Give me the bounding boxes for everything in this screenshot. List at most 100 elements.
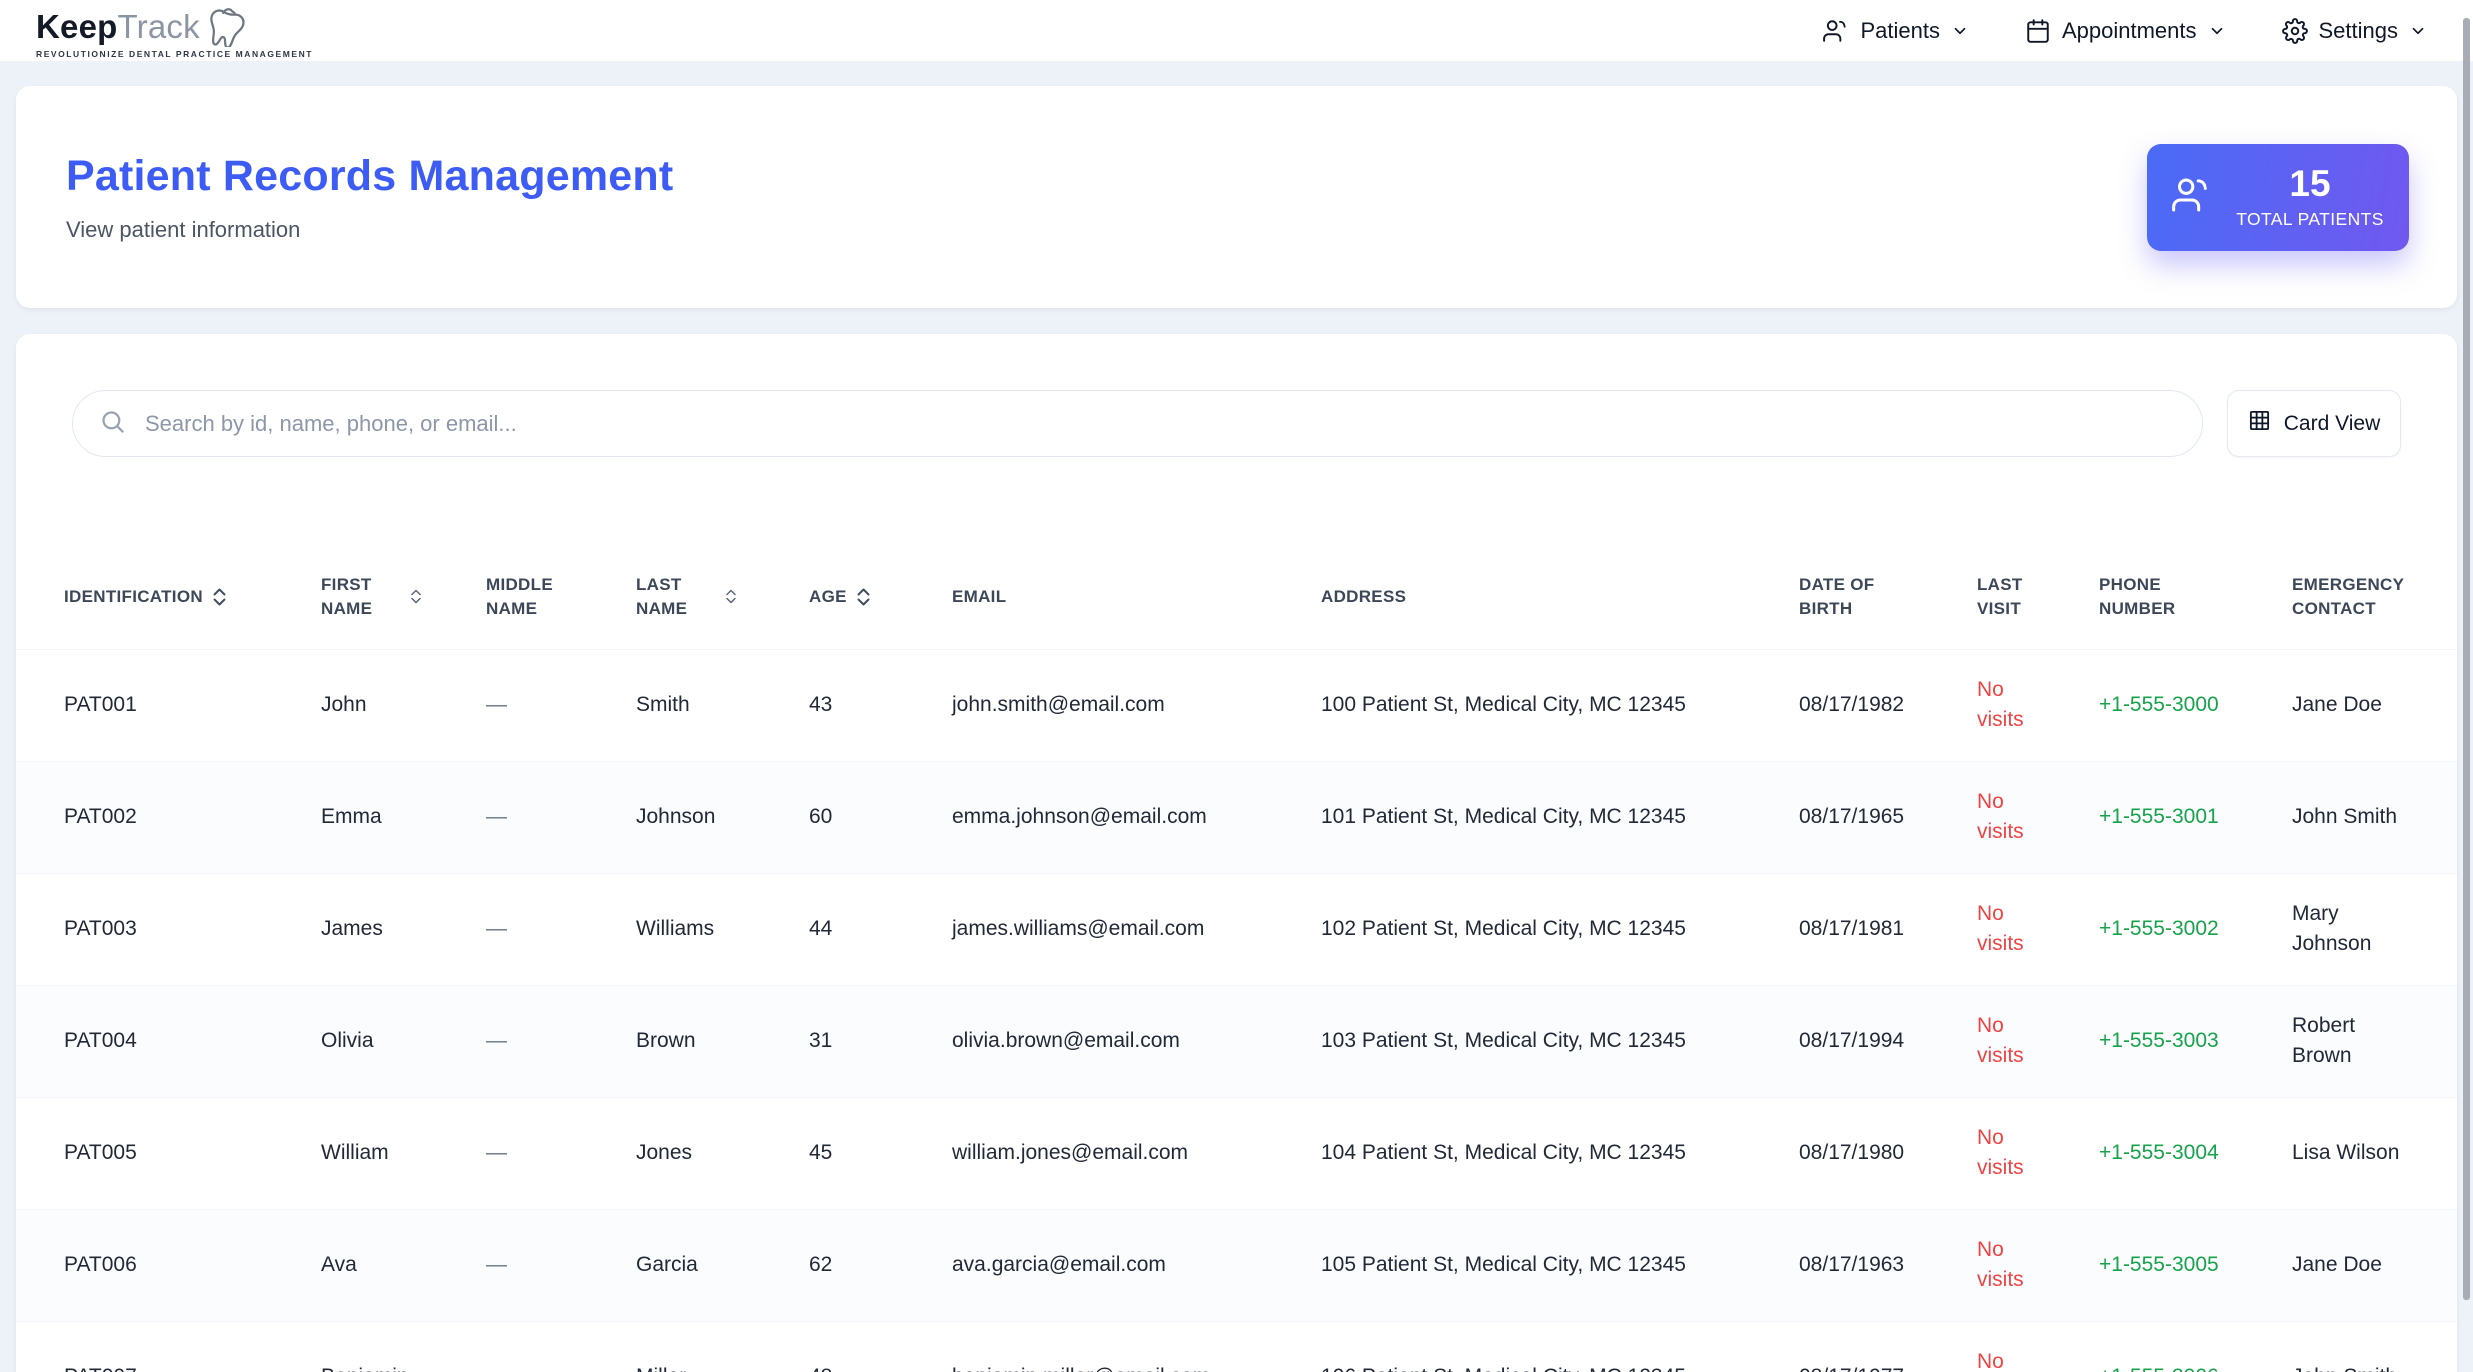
- table-row: PAT002 Emma — Johnson 60 emma.johnson@em…: [16, 760, 2457, 873]
- column-header-last-name[interactable]: Last Name: [588, 545, 761, 650]
- phone-link[interactable]: +1-555-3000: [2099, 693, 2219, 716]
- calendar-icon: [2025, 18, 2051, 44]
- table-row: PAT005 William — Jones 45 william.jones@…: [16, 1096, 2457, 1209]
- card-view-label: Card View: [2283, 411, 2381, 435]
- column-header-address: Address: [1273, 545, 1751, 650]
- cell-address: 101 Patient St, Medical City, MC 12345: [1273, 760, 1751, 873]
- cell-first-name: John: [321, 693, 367, 717]
- cell-first-name: Olivia: [273, 984, 438, 1097]
- cell-address: 102 Patient St, Medical City, MC 12345: [1273, 872, 1751, 985]
- cell-date-of-birth: 08/17/1994: [1751, 984, 1929, 1097]
- nav-appointments[interactable]: Appointments: [2025, 18, 2226, 44]
- gear-icon: [2281, 17, 2308, 44]
- search-box[interactable]: [72, 390, 2203, 457]
- brand-logo[interactable]: Keep Track REVOLUTIONIZE DENTAL PRACTICE …: [36, 3, 313, 59]
- no-visits-badge: No visits: [1977, 1238, 2024, 1291]
- cell-identification: PAT006: [16, 1208, 273, 1321]
- brand-name-secondary: Track: [117, 8, 200, 45]
- cell-phone-number: +1-555-3005: [2051, 1208, 2244, 1321]
- cell-first-name: Ava: [273, 1208, 438, 1321]
- cell-identification: PAT007: [16, 1320, 273, 1372]
- scrollbar-thumb[interactable]: [2463, 18, 2470, 1300]
- table-row: PAT003 James — Williams 44 james.william…: [16, 872, 2457, 985]
- cell-first-name: Emma: [273, 760, 438, 873]
- cell-age: 31: [761, 984, 904, 1097]
- sort-icon: [410, 588, 422, 605]
- table-row: PAT001 John — Smith 43 john.smith@email.…: [16, 649, 2457, 761]
- search-input[interactable]: [143, 409, 2202, 438]
- cell-middle-name: —: [438, 1096, 588, 1209]
- page-scrollbar: [2460, 0, 2473, 1372]
- phone-link[interactable]: +1-555-3005: [2099, 1253, 2219, 1276]
- cell-phone-number: +1-555-3001: [2051, 760, 2244, 873]
- cell-middle-name: —: [486, 693, 507, 717]
- table-row: PAT004 Olivia — Brown 31 olivia.brown@em…: [16, 984, 2457, 1097]
- sort-icon: [725, 588, 737, 605]
- cell-last-name: Jones: [588, 1096, 761, 1209]
- cell-address: 103 Patient St, Medical City, MC 12345: [1273, 984, 1751, 1097]
- column-header-age[interactable]: Age: [761, 545, 904, 650]
- cell-address: 105 Patient St, Medical City, MC 12345: [1273, 1208, 1751, 1321]
- cell-middle-name: —: [438, 760, 588, 873]
- cell-emergency-contact: John Smith: [2244, 1320, 2457, 1372]
- cell-address: 104 Patient St, Medical City, MC 12345: [1273, 1096, 1751, 1209]
- grid-icon: [2248, 409, 2271, 438]
- page-subtitle: View patient information: [66, 216, 301, 242]
- column-header-first-name[interactable]: First Name: [273, 545, 438, 650]
- patients-table: Identification First Name Middle Name La…: [16, 545, 2457, 1372]
- cell-identification: PAT003: [16, 872, 273, 985]
- cell-date-of-birth: 08/17/1982: [1799, 693, 1905, 717]
- patients-table-card: Card View Identification First Name Midd…: [16, 334, 2457, 1372]
- no-visits-badge: No visits: [1977, 902, 2024, 955]
- cell-email: james.williams@email.com: [904, 872, 1273, 985]
- sort-icon: [212, 587, 227, 607]
- top-navbar: Keep Track REVOLUTIONIZE DENTAL PRACTICE …: [0, 0, 2473, 62]
- total-patients-value: 15: [2289, 162, 2331, 204]
- phone-link[interactable]: +1-555-3002: [2099, 917, 2219, 940]
- cell-middle-name: —: [438, 1320, 588, 1372]
- chevron-down-icon: [2409, 22, 2427, 40]
- no-visits-badge: No visits: [1977, 1014, 2024, 1067]
- nav-patients[interactable]: Patients: [1823, 18, 1969, 44]
- column-header-date-of-birth: Date of Birth: [1751, 545, 1929, 650]
- cell-email: olivia.brown@email.com: [904, 984, 1273, 1097]
- chevron-down-icon: [1951, 22, 1969, 40]
- sort-icon: [856, 587, 871, 607]
- phone-link[interactable]: +1-555-3001: [2099, 805, 2219, 828]
- phone-link[interactable]: +1-555-3006: [2099, 1365, 2219, 1372]
- cell-last-name: Smith: [636, 693, 690, 717]
- cell-last-name: Williams: [588, 872, 761, 985]
- chevron-down-icon: [2208, 22, 2226, 40]
- no-visits-badge: No visits: [1977, 790, 2024, 843]
- cell-age: 45: [761, 1096, 904, 1209]
- cell-emergency-contact: Lisa Wilson: [2244, 1096, 2457, 1209]
- cell-last-name: Brown: [588, 984, 761, 1097]
- cell-date-of-birth: 08/17/1977: [1751, 1320, 1929, 1372]
- card-view-button[interactable]: Card View: [2227, 390, 2401, 457]
- column-header-identification[interactable]: Identification: [16, 545, 273, 650]
- cell-first-name: James: [273, 872, 438, 985]
- phone-link[interactable]: +1-555-3003: [2099, 1029, 2219, 1052]
- cell-last-visit: No visits: [1929, 1096, 2051, 1209]
- no-visits-badge: No visits: [1977, 1350, 2004, 1372]
- users-icon: [1823, 18, 1849, 44]
- no-visits-badge: No visits: [1977, 1126, 2024, 1179]
- nav-settings[interactable]: Settings: [2281, 17, 2428, 44]
- cell-emergency-contact: Robert Brown: [2244, 984, 2457, 1097]
- page-title: Patient Records Management: [66, 151, 674, 200]
- cell-identification: PAT001: [64, 693, 137, 717]
- nav-patients-label: Patients: [1860, 17, 1940, 43]
- table-row: PAT006 Ava — Garcia 62 ava.garcia@email.…: [16, 1208, 2457, 1321]
- phone-link[interactable]: +1-555-3004: [2099, 1141, 2219, 1164]
- cell-age: 48: [761, 1320, 904, 1372]
- cell-emergency-contact: Jane Doe: [2244, 1208, 2457, 1321]
- cell-phone-number: +1-555-3004: [2051, 1096, 2244, 1209]
- cell-age: 43: [809, 693, 833, 717]
- cell-last-visit: No visits: [1929, 760, 2051, 873]
- cell-emergency-contact: Mary Johnson: [2244, 872, 2457, 985]
- column-header-middle-name: Middle Name: [438, 545, 588, 650]
- table-toolbar: Card View: [16, 390, 2457, 457]
- column-header-last-visit: Last Visit: [1929, 545, 2051, 650]
- column-header-emergency-contact: Emergency Contact: [2244, 545, 2457, 650]
- cell-last-name: Johnson: [588, 760, 761, 873]
